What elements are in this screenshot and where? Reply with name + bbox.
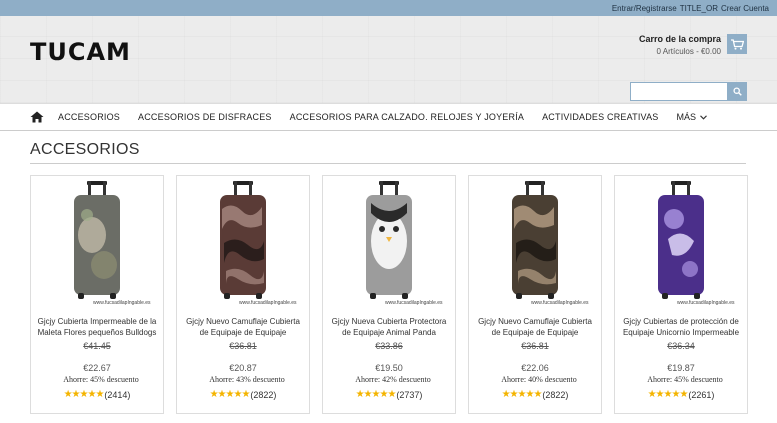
old-price: €36.81: [229, 341, 257, 351]
discount-text: Ahorre: 45% descuento: [63, 375, 139, 384]
cart-count: 0 Artículos - €0.00: [656, 47, 721, 56]
search-input[interactable]: [630, 82, 728, 101]
rating: ★★★★★ (2822): [469, 389, 601, 400]
create-account-link[interactable]: Crear Cuenta: [721, 4, 769, 13]
star-rating-icon: ★★★★★: [355, 389, 397, 400]
star-rating-icon: ★★★★★: [209, 389, 251, 400]
rating: ★★★★★ (2261): [615, 389, 747, 400]
product-image[interactable]: www.fucsadilapIngable.es: [177, 176, 309, 306]
sale-price: €22.67: [83, 363, 111, 373]
nav-item-disfraces[interactable]: ACCESORIOS DE DISFRACES: [138, 112, 272, 122]
luggage-image: [658, 181, 704, 299]
product-name[interactable]: Gjcjy Nueva Cubierta Protectora de Equip…: [327, 316, 451, 338]
old-price: €36.81: [521, 341, 549, 351]
rating: ★★★★★ (2414): [31, 389, 163, 400]
product-card[interactable]: www.fucsadilapIngable.es Gjcjy Nuevo Cam…: [176, 175, 310, 414]
review-count: (2737): [396, 389, 423, 400]
product-image[interactable]: www.fucsadilapIngable.es: [31, 176, 163, 306]
nav-more-label: MÁS: [676, 112, 697, 122]
sale-price: €22.06: [521, 363, 549, 373]
cart-summary[interactable]: Carro de la compra 0 Artículos - €0.00: [639, 34, 721, 56]
watermark-text: www.fucsadilapIngable.es: [239, 300, 297, 306]
cart-title[interactable]: Carro de la compra: [639, 34, 721, 44]
watermark-text: www.fucsadilapIngable.es: [93, 300, 151, 306]
site-header: TUCAM Carro de la compra 0 Artículos - €…: [0, 16, 777, 104]
product-card[interactable]: www.fucsadilapIngable.es Gjcjy Nueva Cub…: [322, 175, 456, 414]
product-image[interactable]: www.fucsadilapIngable.es: [323, 176, 455, 306]
product-image[interactable]: www.fucsadilapIngable.es: [469, 176, 601, 306]
nav-item-creativas[interactable]: ACTIVIDADES CREATIVAS: [542, 112, 658, 122]
login-link[interactable]: Entrar/Registrarse: [612, 4, 677, 13]
home-link[interactable]: [30, 111, 44, 123]
product-name[interactable]: Gjcjy Nuevo Camuflaje Cubierta de Equipa…: [473, 316, 597, 338]
luggage-image: [220, 181, 266, 299]
search-icon: [733, 87, 742, 96]
product-name[interactable]: Gjcjy Nuevo Camuflaje Cubierta de Equipa…: [181, 316, 305, 338]
sale-price: €19.50: [375, 363, 403, 373]
review-count: (2414): [104, 389, 131, 400]
nav-item-accesorios[interactable]: ACCESORIOS: [58, 112, 120, 122]
watermark-text: www.fucsadilapIngable.es: [677, 300, 735, 306]
product-card[interactable]: www.fucsadilapIngable.es Gjcjy Cubierta …: [30, 175, 164, 414]
chevron-down-icon: [700, 114, 707, 120]
search-form: [630, 82, 747, 101]
discount-text: Ahorre: 40% descuento: [501, 375, 577, 384]
review-count: (2822): [250, 389, 277, 400]
product-name[interactable]: Gjcjy Cubiertas de protección de Equipaj…: [619, 316, 743, 338]
old-price: €41.45: [83, 341, 111, 351]
product-image[interactable]: www.fucsadilapIngable.es: [615, 176, 747, 306]
old-price: €36.34: [667, 341, 695, 351]
luggage-image: [512, 181, 558, 299]
product-card[interactable]: www.fucsadilapIngable.es Gjcjy Cubiertas…: [614, 175, 748, 414]
product-grid: www.fucsadilapIngable.es Gjcjy Cubierta …: [30, 175, 748, 414]
watermark-text: www.fucsadilapIngable.es: [531, 300, 589, 306]
discount-text: Ahorre: 45% descuento: [647, 375, 723, 384]
watermark-text: www.fucsadilapIngable.es: [385, 300, 443, 306]
search-button[interactable]: [728, 82, 747, 101]
discount-text: Ahorre: 43% descuento: [209, 375, 285, 384]
discount-text: Ahorre: 42% descuento: [355, 375, 431, 384]
sale-price: €19.87: [667, 363, 695, 373]
old-price: €33.86: [375, 341, 403, 351]
rating: ★★★★★ (2737): [323, 389, 455, 400]
luggage-image: [366, 181, 412, 299]
home-icon: [30, 111, 44, 123]
review-count: (2822): [542, 389, 569, 400]
product-card[interactable]: www.fucsadilapIngable.es Gjcjy Nuevo Cam…: [468, 175, 602, 414]
star-rating-icon: ★★★★★: [63, 389, 105, 400]
rating: ★★★★★ (2822): [177, 389, 309, 400]
main-nav: ACCESORIOS ACCESORIOS DE DISFRACES ACCES…: [0, 104, 777, 131]
site-logo[interactable]: TUCAM: [30, 38, 131, 66]
category-title: ACCESORIOS: [30, 141, 746, 164]
nav-item-calzado[interactable]: ACCESORIOS PARA CALZADO. RELOJES Y JOYER…: [290, 112, 524, 122]
luggage-image: [74, 181, 120, 299]
review-count: (2261): [688, 389, 715, 400]
star-rating-icon: ★★★★★: [647, 389, 689, 400]
top-bar: Entrar/Registrarse TITLE_OR Crear Cuenta: [0, 0, 777, 16]
product-name[interactable]: Gjcjy Cubierta Impermeable de la Maleta …: [35, 316, 159, 338]
sale-price: €20.87: [229, 363, 257, 373]
star-rating-icon: ★★★★★: [501, 389, 543, 400]
cart-icon: [730, 38, 744, 50]
title-or-text: TITLE_OR: [679, 3, 718, 13]
cart-button[interactable]: [727, 34, 747, 54]
nav-more[interactable]: MÁS: [677, 112, 708, 122]
